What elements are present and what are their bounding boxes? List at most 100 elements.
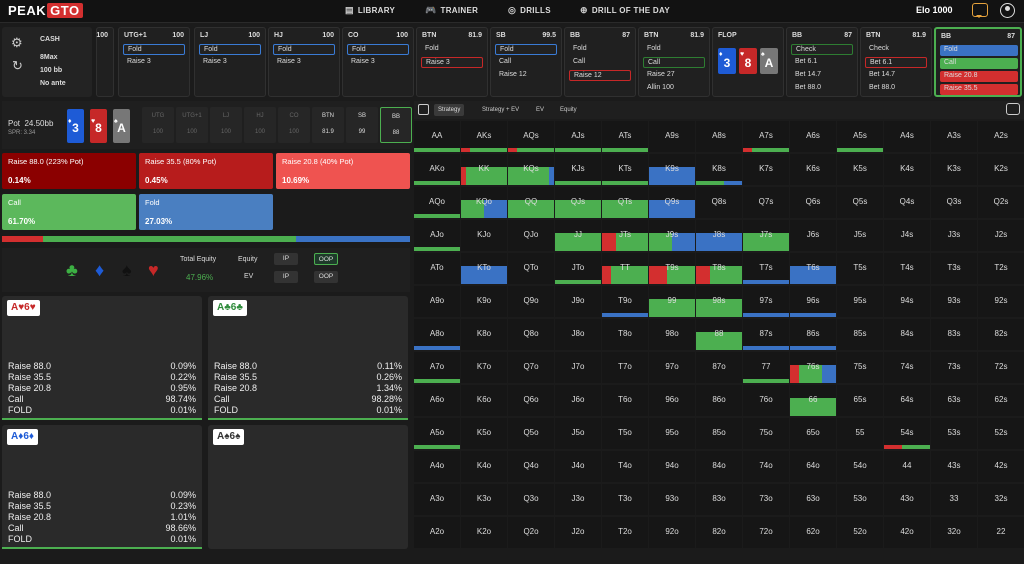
seat-action[interactable]: Raise 27	[643, 70, 705, 81]
strategy-action-box[interactable]: Raise 20.8 (40% Pot) 10.69%	[276, 153, 410, 189]
range-cell[interactable]: 85o	[696, 418, 742, 449]
seat-panel[interactable]: BTN 81.9 Fold Raise 3	[416, 27, 488, 97]
seat-action[interactable]: Call	[940, 58, 1018, 69]
range-cell[interactable]: Q5o	[508, 418, 554, 449]
ev-oop-toggle[interactable]: OOP	[314, 271, 338, 283]
range-cell[interactable]: J3s	[931, 220, 977, 251]
range-cell[interactable]: K6s	[790, 154, 836, 185]
seat-panel[interactable]: 100	[96, 27, 114, 97]
range-cell[interactable]: KQo	[461, 187, 507, 218]
range-cell[interactable]: T2s	[978, 253, 1024, 284]
range-cell[interactable]: AA	[414, 121, 460, 152]
range-cell[interactable]: 92o	[649, 517, 695, 548]
range-cell[interactable]: T4o	[602, 451, 648, 482]
seat-action[interactable]: Fold	[569, 44, 631, 55]
range-cell[interactable]: Q6s	[790, 187, 836, 218]
range-cell[interactable]: 95s	[837, 286, 883, 317]
tab-strategy[interactable]: Strategy	[434, 104, 465, 116]
range-cell[interactable]: 98s	[696, 286, 742, 317]
range-cell[interactable]: 76s	[790, 352, 836, 383]
gamepad-icon[interactable]	[1006, 103, 1020, 115]
seat-action[interactable]: Check	[865, 44, 927, 55]
range-cell[interactable]: 65s	[837, 385, 883, 416]
range-cell[interactable]: T4s	[884, 253, 930, 284]
range-cell[interactable]: 43o	[884, 484, 930, 515]
range-cell[interactable]: 62s	[978, 385, 1024, 416]
strategy-action-box[interactable]: Call 61.70%	[2, 194, 136, 230]
position-chip[interactable]: SB 99	[346, 107, 378, 143]
range-cell[interactable]: K4s	[884, 154, 930, 185]
range-cell[interactable]: 32s	[978, 484, 1024, 515]
range-cell[interactable]: KTo	[461, 253, 507, 284]
range-cell[interactable]: AQs	[508, 121, 554, 152]
range-cell[interactable]: K2o	[461, 517, 507, 548]
range-cell[interactable]: 94s	[884, 286, 930, 317]
range-cell[interactable]: 94o	[649, 451, 695, 482]
range-cell[interactable]: T8s	[696, 253, 742, 284]
position-chip[interactable]: HJ 100	[244, 107, 276, 143]
range-cell[interactable]: T7s	[743, 253, 789, 284]
range-cell[interactable]: JJ	[555, 220, 601, 251]
range-cell[interactable]: 87o	[696, 352, 742, 383]
range-cell[interactable]: K6o	[461, 385, 507, 416]
combo-panel[interactable]: A♦6♦ Raise 88.0 0.09% Raise 35.5 0.23% Raise …	[2, 425, 202, 549]
equity-oop-toggle[interactable]: OOP	[314, 253, 338, 265]
range-cell[interactable]: TT	[602, 253, 648, 284]
range-cell[interactable]: T3s	[931, 253, 977, 284]
range-cell[interactable]: KK	[461, 154, 507, 185]
range-cell[interactable]: AJo	[414, 220, 460, 251]
range-cell[interactable]: 99	[649, 286, 695, 317]
range-cell[interactable]: K2s	[978, 154, 1024, 185]
range-cell[interactable]: Q7s	[743, 187, 789, 218]
range-cell[interactable]: 63o	[790, 484, 836, 515]
range-cell[interactable]: J5o	[555, 418, 601, 449]
nav-trainer[interactable]: 🎮 TRAINER	[425, 5, 478, 16]
range-cell[interactable]: Q2o	[508, 517, 554, 548]
seat-panel[interactable]: BB 87 Fold Call Raise 12	[564, 27, 636, 97]
range-cell[interactable]: Q2s	[978, 187, 1024, 218]
range-cell[interactable]: K8o	[461, 319, 507, 350]
range-cell[interactable]: AKs	[461, 121, 507, 152]
seat-action[interactable]: Call	[643, 57, 705, 68]
range-cell[interactable]: J6o	[555, 385, 601, 416]
strategy-action-box[interactable]: Raise 88.0 (223% Pot) 0.14%	[2, 153, 136, 189]
range-cell[interactable]: QTs	[602, 187, 648, 218]
combo-panel[interactable]: A♣6♣ Raise 88.0 0.11% Raise 35.5 0.26% Raise …	[208, 296, 408, 420]
range-cell[interactable]: Q4s	[884, 187, 930, 218]
range-cell[interactable]: J4s	[884, 220, 930, 251]
seat-action[interactable]: Call	[569, 57, 631, 68]
range-cell[interactable]: A8s	[696, 121, 742, 152]
position-chip[interactable]: CO 100	[278, 107, 310, 143]
range-cell[interactable]: Q6o	[508, 385, 554, 416]
seat-action[interactable]: Fold	[123, 44, 185, 55]
range-cell[interactable]: A5s	[837, 121, 883, 152]
range-cell[interactable]: 93o	[649, 484, 695, 515]
tab-ev[interactable]: EV	[532, 104, 548, 116]
range-cell[interactable]: A6s	[790, 121, 836, 152]
tab-strategy-ev[interactable]: Strategy + EV	[478, 104, 523, 116]
range-cell[interactable]: 88	[696, 319, 742, 350]
range-cell[interactable]: J6s	[790, 220, 836, 251]
range-cell[interactable]: 43s	[931, 451, 977, 482]
seat-action[interactable]: Bet 88.0	[865, 83, 927, 94]
combo-panel[interactable]: A♠6♠	[208, 425, 408, 549]
range-cell[interactable]: 74s	[884, 352, 930, 383]
range-cell[interactable]: 32o	[931, 517, 977, 548]
seat-panel[interactable]: BB 87 Fold Call Raise 20.8 Raise 35.5	[934, 27, 1022, 97]
seat-action[interactable]: Fold	[421, 44, 483, 55]
range-cell[interactable]: 73s	[931, 352, 977, 383]
seat-action[interactable]: Raise 12	[569, 70, 631, 81]
range-cell[interactable]: 76o	[743, 385, 789, 416]
range-cell[interactable]: A2o	[414, 517, 460, 548]
seat-action[interactable]: Fold	[347, 44, 409, 55]
range-cell[interactable]: 97s	[743, 286, 789, 317]
range-cell[interactable]: ATs	[602, 121, 648, 152]
strategy-action-box[interactable]: Raise 35.5 (80% Pot) 0.45%	[139, 153, 273, 189]
range-cell[interactable]: K8s	[696, 154, 742, 185]
range-cell[interactable]: 75s	[837, 352, 883, 383]
strategy-action-box[interactable]: Fold 27.03%	[139, 194, 273, 230]
range-cell[interactable]: J2o	[555, 517, 601, 548]
range-cell[interactable]: 54s	[884, 418, 930, 449]
range-cell[interactable]: 54o	[837, 451, 883, 482]
range-cell[interactable]: 66	[790, 385, 836, 416]
